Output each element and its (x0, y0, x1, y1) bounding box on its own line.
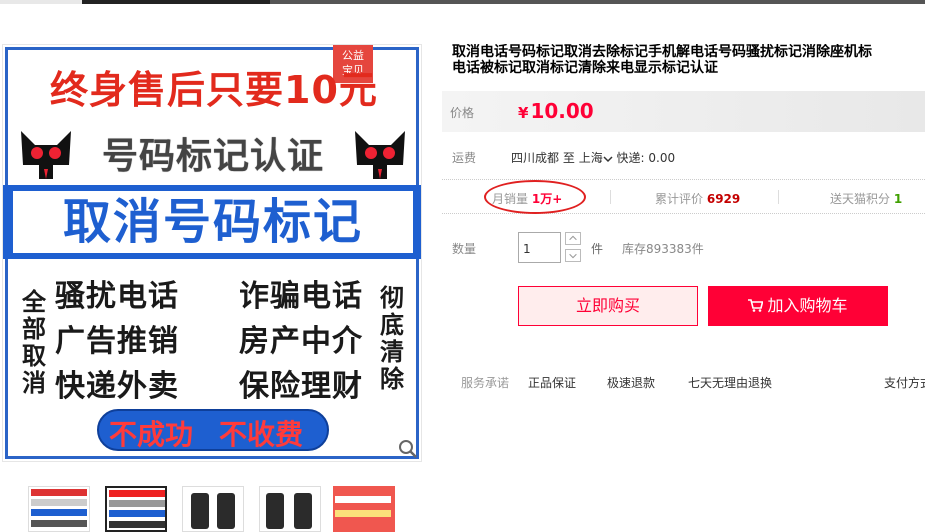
vertical-char: 部 (22, 315, 46, 343)
thumbnail-strip (28, 486, 408, 532)
thumb-line (335, 510, 391, 517)
phone-icon (294, 493, 312, 529)
tmall-cat-icon (21, 131, 71, 179)
service-item[interactable]: 极速退款 (607, 374, 655, 391)
annotation-circle (484, 180, 586, 214)
thumbnail[interactable] (333, 486, 395, 532)
vertical-char: 底 (380, 311, 404, 339)
product-title-line: 取消电话号码标记取消去除标记手机解电话号码骚扰标记消除座机标 (452, 44, 872, 60)
vertical-char: 消 (22, 369, 46, 397)
image-right-vertical-text: 彻底清除 (379, 285, 405, 393)
thumbnail[interactable] (28, 486, 90, 532)
image-item: 骚扰电话 (55, 279, 179, 314)
buy-now-button[interactable]: 立即购买 (518, 286, 698, 326)
service-item[interactable]: 支付方式 (884, 374, 925, 391)
image-guarantee-pill: 不成功 不收费 (97, 409, 329, 451)
service-label: 服务承诺 (461, 376, 510, 390)
shipping-destination: 上海 (578, 151, 603, 165)
thumbnail[interactable] (259, 486, 321, 532)
points-value: 1 (893, 192, 903, 206)
stats-divider (610, 190, 611, 204)
price-value: ¥10.00 (518, 99, 594, 123)
phone-icon (191, 493, 209, 529)
quantity-decrease-icon[interactable] (565, 249, 581, 262)
thumbnail[interactable] (182, 486, 244, 532)
price-label: 价格 (450, 106, 475, 120)
thumb-line (31, 499, 87, 506)
vertical-char: 清 (380, 338, 404, 366)
main-product-image[interactable]: 公益 宝贝 终身售后只要10元 号码标记认证 取消号码标记 全部取消 彻底清除 … (2, 44, 422, 462)
cumulative-reviews[interactable]: 累计评价 6929 (655, 190, 740, 207)
vertical-char: 除 (380, 365, 404, 393)
vertical-char: 彻 (380, 284, 404, 312)
quantity-input[interactable]: 1 (518, 232, 561, 263)
reviews-value: 6929 (706, 192, 741, 206)
image-headline: 终身售后只要10元 (50, 68, 378, 112)
image-subhead: 号码标记认证 (101, 136, 324, 177)
thumb-line (333, 486, 395, 532)
image-item: 诈骗电话 (239, 279, 363, 314)
shipping-express: 快递: 0.00 (616, 151, 676, 165)
tmall-cat-icon (355, 131, 405, 179)
cart-icon (748, 299, 764, 312)
stats-divider (778, 190, 779, 204)
vertical-char: 全 (22, 288, 46, 316)
thumb-line (31, 509, 87, 516)
thumb-line (109, 510, 165, 517)
thumb-line (31, 489, 87, 496)
image-subhead-row: 号码标记认证 (17, 121, 409, 185)
add-to-cart-button[interactable]: 加入购物车 (708, 286, 888, 326)
top-nav-segment (82, 0, 270, 4)
image-item: 保险理财 (239, 369, 363, 404)
shipping-destination-select[interactable]: 上海 (579, 151, 613, 165)
tmall-points: 送天猫积分 1 (830, 190, 902, 207)
thumb-line (31, 520, 87, 527)
image-left-vertical-text: 全部取消 (21, 289, 47, 397)
shipping-info: 四川成都 至 上海 快递: 0.00 (511, 149, 675, 166)
chevron-down-icon (603, 155, 613, 162)
image-item: 快递外卖 (55, 369, 179, 404)
vertical-char: 取 (22, 342, 46, 370)
image-item: 房产中介 (239, 324, 363, 359)
quantity-row: 数量 1 件 库存893383件 (452, 232, 925, 264)
product-title: 取消电话号码标记取消去除标记手机解电话号码骚扰标记消除座机标 电话被标记取消标记… (452, 44, 925, 76)
phone-icon (266, 493, 284, 529)
shipping-row: 运费 四川成都 至 上海 快递: 0.00 (452, 147, 925, 167)
price-box: 价格 ¥10.00 (442, 91, 925, 132)
service-item[interactable]: 正品保证 (528, 374, 576, 391)
quantity-unit: 件 (591, 242, 604, 256)
phone-icon (217, 493, 235, 529)
add-to-cart-label: 加入购物车 (767, 296, 848, 315)
image-banner: 取消号码标记 (3, 185, 421, 259)
quantity-label: 数量 (452, 242, 477, 256)
pill-text: 不成功 (109, 418, 194, 451)
shipping-to-prefix: 至 (562, 151, 575, 165)
thumbnail[interactable] (105, 486, 167, 532)
pill-text: 不收费 (219, 418, 304, 451)
reviews-label: 累计评价 (655, 192, 704, 206)
thumb-line (109, 521, 165, 528)
thumb-line (335, 496, 391, 503)
service-item[interactable]: 七天无理由退换 (688, 374, 772, 391)
product-title-line: 电话被标记取消标记清除来电显示标记认证 (452, 60, 718, 76)
shipping-label: 运费 (452, 151, 477, 165)
points-label: 送天猫积分 (830, 192, 891, 206)
stock-count: 库存893383件 (622, 242, 704, 256)
currency-symbol: ¥ (518, 104, 529, 122)
thumb-line (109, 500, 165, 507)
thumb-line (109, 490, 165, 497)
top-nav-segment (0, 0, 82, 4)
quantity-increase-icon[interactable] (565, 232, 581, 245)
image-item: 广告推销 (55, 324, 179, 359)
top-nav-segment (270, 0, 925, 4)
price-amount: 10.00 (530, 99, 594, 123)
top-nav-bar (0, 0, 925, 4)
zoom-icon[interactable] (398, 439, 418, 459)
image-banner-text: 取消号码标记 (13, 191, 413, 253)
shipping-from: 四川成都 (511, 151, 560, 165)
service-promises-row: 服务承诺 正品保证 极速退款 七天无理由退换 支付方式 (461, 374, 925, 392)
